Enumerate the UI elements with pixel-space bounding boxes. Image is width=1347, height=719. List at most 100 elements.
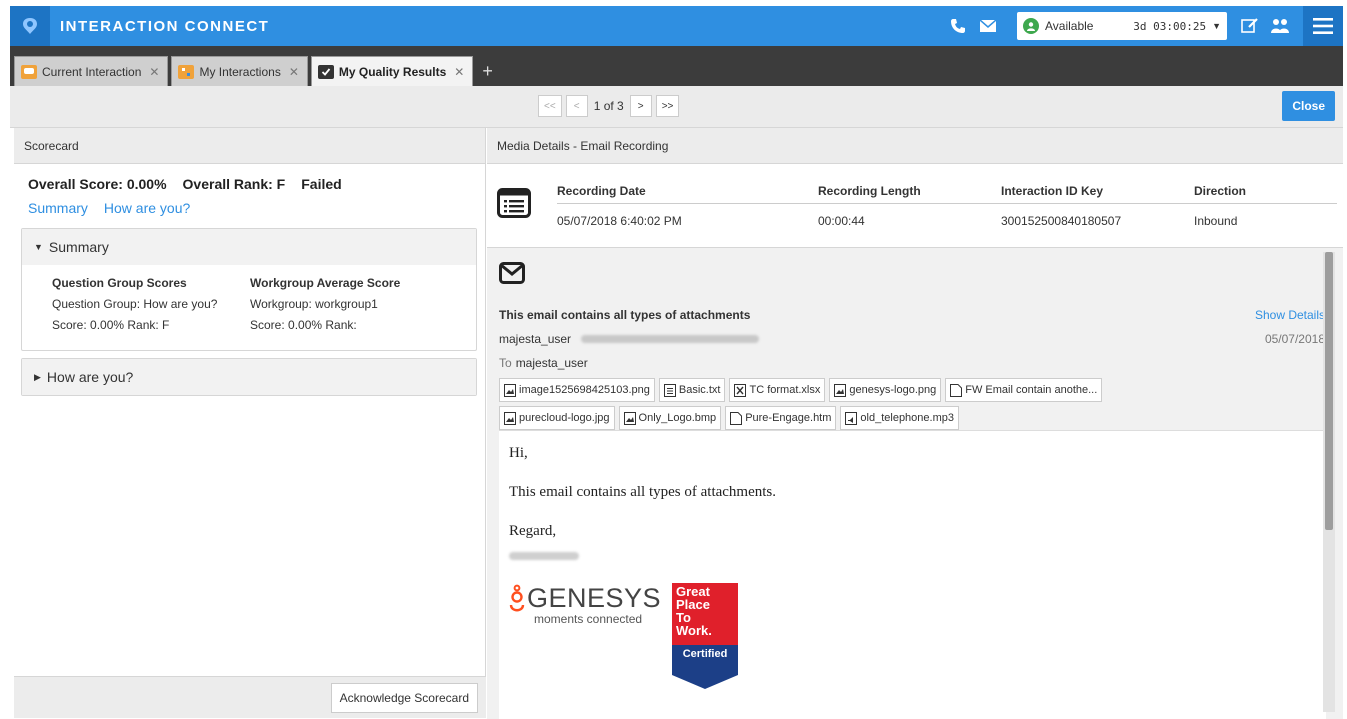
scrollbar-thumb[interactable] — [1325, 252, 1333, 530]
column-header: Recording Date — [557, 183, 646, 198]
pager-toolbar: << < 1 of 3 > >> Close — [10, 86, 1343, 128]
status-selector[interactable]: Available 3d 03:00:25 ▼ — [1017, 12, 1227, 40]
badge-tip — [672, 675, 738, 689]
email-signature: GENESYS moments connected Great Place To… — [507, 583, 738, 691]
how-are-you-section: ▶ How are you? — [21, 358, 477, 396]
tab-current-interaction[interactable]: Current Interaction ✕ — [14, 56, 169, 86]
image-file-icon — [504, 411, 516, 425]
attachment[interactable]: Only_Logo.bmp — [618, 406, 722, 430]
email-date: 05/07/2018 — [1264, 332, 1325, 346]
overall-rank: Overall Rank: F — [182, 176, 286, 192]
overall-score: Overall Score: 0.00% — [28, 176, 167, 192]
badge-text: Work. — [676, 623, 712, 638]
tab-my-interactions[interactable]: My Interactions ✕ — [171, 56, 308, 86]
attachment-name: FW Email contain anothe... — [965, 384, 1098, 396]
chevron-down-icon: ▼ — [1212, 21, 1221, 31]
to-name: majesta_user — [515, 356, 588, 370]
attachment[interactable]: old_telephone.mp3 — [840, 406, 959, 430]
status-label: Available — [1045, 19, 1094, 33]
how-are-you-link[interactable]: How are you? — [104, 200, 190, 216]
email-to: To majesta_user — [499, 356, 588, 370]
overall-score-line: Overall Score: 0.00% Overall Rank: F Fai… — [14, 164, 485, 192]
email-body: Hi, This email contains all types of att… — [499, 430, 1326, 719]
next-page-button[interactable]: > — [629, 95, 652, 117]
email-greeting: Hi, — [509, 445, 528, 461]
attachment[interactable]: TC format.xlsx — [729, 378, 826, 402]
redacted-signature-name — [509, 552, 579, 560]
first-page-button[interactable]: << — [538, 95, 562, 117]
recording-list-icon — [497, 188, 531, 221]
caret-down-icon: ▼ — [34, 242, 43, 252]
users-icon[interactable] — [1267, 13, 1293, 39]
attachment-name: TC format.xlsx — [749, 384, 821, 396]
attachments-row: purecloud-logo.jpg Only_Logo.bmp Pure-En… — [499, 406, 963, 430]
from-name: majesta_user — [499, 332, 572, 346]
close-icon[interactable]: ✕ — [149, 65, 159, 79]
status-time: 3d 03:00:25 — [1133, 19, 1207, 33]
email-scrollbar[interactable] — [1323, 252, 1335, 712]
caret-right-icon: ▶ — [34, 371, 41, 382]
available-status-icon — [1023, 18, 1039, 34]
scorecard-panel: Scorecard Overall Score: 0.00% Overall R… — [14, 128, 486, 718]
acknowledge-scorecard-button[interactable]: Acknowledge Scorecard — [330, 683, 478, 713]
genesys-tagline: moments connected — [534, 612, 643, 626]
workgroup-score: Score: 0.00% Rank: — [250, 318, 357, 332]
tab-label: My Interactions — [199, 64, 281, 79]
attachment[interactable]: image1525698425103.png — [499, 378, 655, 402]
close-icon[interactable]: ✕ — [289, 65, 299, 79]
document-file-icon — [730, 411, 743, 425]
prev-page-button[interactable]: < — [565, 95, 588, 117]
attachment-name: Only_Logo.bmp — [638, 412, 717, 424]
interaction-icon — [21, 64, 37, 79]
tab-label: My Quality Results — [338, 64, 447, 79]
summary-link[interactable]: Summary — [28, 200, 88, 216]
recording-info: Recording Date Recording Length Interact… — [487, 164, 1343, 248]
show-details-link[interactable]: Show Details — [1255, 308, 1325, 322]
tab-label: Current Interaction — [42, 64, 142, 79]
close-button[interactable]: Close — [1282, 91, 1335, 121]
email-icon[interactable] — [975, 13, 1001, 39]
genesys-logo: GENESYS moments connected — [507, 583, 672, 691]
document-file-icon — [950, 383, 963, 397]
workgroup-average-column: Workgroup Average Score Workgroup: workg… — [250, 273, 448, 336]
attachment[interactable]: FW Email contain anothe... — [945, 378, 1103, 402]
great-place-to-work-badge: Great Place To Work. Certified — [672, 583, 738, 691]
summary-section-toggle[interactable]: ▼ Summary — [22, 229, 476, 265]
attachment[interactable]: Basic.txt — [658, 378, 726, 402]
app-title: INTERACTION CONNECT — [60, 17, 270, 35]
image-file-icon — [834, 383, 847, 397]
table-row: 05/07/2018 6:40:02 PM 00:00:44 300152500… — [557, 204, 1337, 238]
summary-section-body: Question Group Scores Question Group: Ho… — [22, 265, 476, 350]
attachment[interactable]: genesys-logo.png — [829, 378, 942, 402]
menu-icon[interactable] — [1303, 6, 1343, 46]
email-from: majesta_user — [499, 332, 760, 346]
attachment[interactable]: Pure-Engage.htm — [725, 406, 837, 430]
compose-icon[interactable] — [1237, 13, 1263, 39]
overall-result: Failed — [301, 176, 342, 192]
attachment-name: Pure-Engage.htm — [745, 412, 832, 424]
how-are-you-section-toggle[interactable]: ▶ How are you? — [22, 359, 476, 395]
email-subject: This email contains all types of attachm… — [499, 308, 751, 322]
last-page-button[interactable]: >> — [655, 95, 680, 117]
scorecard-links: Summary How are you? — [14, 192, 485, 216]
add-tab-icon[interactable]: + — [482, 56, 493, 86]
phone-icon[interactable] — [945, 13, 971, 39]
workgroup-name: Workgroup: workgroup1 — [250, 297, 378, 311]
redacted-email-address — [581, 335, 760, 343]
recording-table-header: Recording Date Recording Length Interact… — [557, 178, 1337, 204]
text-file-icon — [663, 383, 676, 397]
media-details-header: Media Details - Email Recording — [487, 128, 1343, 164]
attachment-name: Basic.txt — [678, 384, 721, 396]
recording-date: 05/07/2018 6:40:02 PM — [557, 214, 682, 228]
badge-certified: Certified — [672, 645, 738, 675]
question-group-scores-column: Question Group Scores Question Group: Ho… — [52, 273, 250, 336]
attachments-row: image1525698425103.png Basic.txt TC form… — [499, 378, 1106, 402]
spreadsheet-file-icon — [734, 383, 747, 397]
attachment-name: image1525698425103.png — [519, 384, 650, 396]
close-icon[interactable]: ✕ — [454, 65, 464, 79]
column-header: Workgroup Average Score — [250, 276, 401, 290]
attachment[interactable]: purecloud-logo.jpg — [499, 406, 615, 430]
summary-section-title: Summary — [48, 239, 109, 255]
how-are-you-section-title: How are you? — [46, 369, 134, 385]
tab-my-quality-results[interactable]: My Quality Results ✕ — [310, 56, 474, 86]
